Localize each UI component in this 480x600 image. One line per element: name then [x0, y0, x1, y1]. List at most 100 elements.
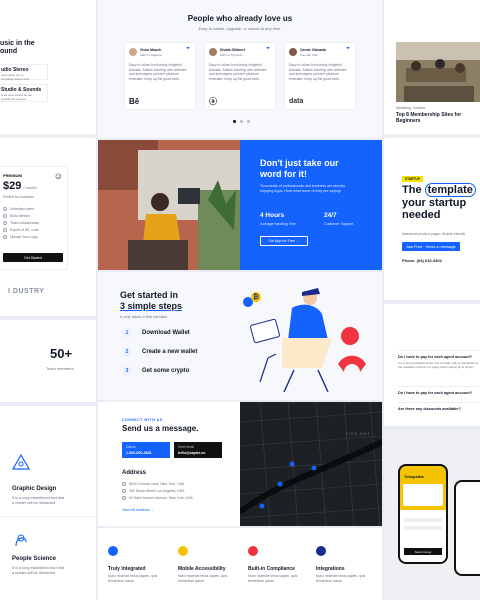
- testimonial-quote: Easy to follow fun friendly insightful t…: [209, 63, 267, 81]
- service-title: People Science: [12, 556, 57, 562]
- testimonial-card: Divida Gilbbert CEO of Tsvyhers ❞ Easy t…: [204, 42, 276, 110]
- office-photo: [98, 140, 240, 270]
- call-value: 1-800-000-4941: [126, 451, 152, 455]
- startup-cta[interactable]: Ask Fred · Send a message: [402, 242, 460, 251]
- check-icon: [3, 214, 7, 218]
- step-item: 2 Create a new wallet: [122, 347, 197, 357]
- service-desc: It is a long established fact that a rea…: [12, 496, 65, 506]
- company-logo: data: [289, 98, 304, 105]
- feature-desc: Nunc molestie tellus sapien, quis fermen…: [108, 574, 158, 583]
- location-pin-icon: [122, 496, 126, 500]
- startup-badge: STARTUP: [402, 176, 423, 182]
- testimonial-card: Vivka Mauch CEO of Nagarra ❞ Easy to fol…: [124, 42, 196, 110]
- step-number: 2: [122, 347, 132, 357]
- feature-label: Upload Your Logo: [10, 235, 38, 239]
- pricing-card: PREMIUM ☺ $29 / month Perfect for busine…: [0, 166, 68, 270]
- feature-item: Unlimited users: [3, 207, 39, 211]
- music-card-2: Studio & Sounds is as pure sound as we p…: [0, 84, 48, 102]
- step-label: Get some crypto: [142, 368, 190, 374]
- quote-icon: ❞: [266, 47, 270, 54]
- phone-app-title: Tokopedia: [404, 474, 424, 479]
- testimonials-title: People who already love us: [187, 14, 293, 23]
- pricing-period: / month: [23, 185, 37, 190]
- smile-icon: ☺: [53, 171, 63, 181]
- feature-item: Export of 8K, code: [3, 228, 39, 232]
- step-label: Download Wallet: [142, 330, 190, 336]
- author-name: Divida Gilbbert: [220, 48, 245, 52]
- people-science-icon: [15, 534, 27, 547]
- music-title: usic in the ound: [0, 40, 35, 56]
- headline-part: The: [402, 184, 425, 196]
- music-card-1: udio Stereo uses gives you a of orange s…: [0, 64, 48, 82]
- faq-question[interactable]: Do I have to pay for each agent account?: [398, 355, 480, 359]
- faq-question[interactable]: Are there any discounts available?: [398, 407, 480, 411]
- blog-title[interactable]: Top 8 Membership Sites for Beginners: [396, 112, 461, 124]
- cta-label: Ask Fred: [406, 244, 423, 249]
- phone-mockup: Tokopedia Send money: [398, 464, 448, 564]
- address-text: 94 Saint Honoré Avenue, New York, USA: [129, 496, 193, 500]
- company-logo: Bē: [129, 97, 140, 106]
- get-app-button[interactable]: Get App for Free →: [260, 236, 308, 246]
- step-number: 1: [122, 328, 132, 338]
- faq-question[interactable]: Do I have to pay for each agent account?: [398, 391, 480, 395]
- avatar: [209, 48, 217, 56]
- carousel-dot[interactable]: [233, 120, 236, 123]
- testimonials-section: People who already love us Easy to switc…: [98, 0, 382, 138]
- contact-kicker: CONNECT WITH US: [122, 418, 163, 422]
- faq-item[interactable]: Are there any discounts available?: [398, 402, 480, 411]
- feature-column: Integrations Nunc molestie tellus sapien…: [316, 546, 380, 583]
- avatar: [129, 48, 137, 56]
- faq-item[interactable]: Do I have to pay for each agent account?…: [398, 350, 480, 369]
- testimonial-card: Carole Okmada Founder Vuls ❞ Easy to fol…: [284, 42, 356, 110]
- feature-label: Build Metrics: [10, 214, 31, 218]
- pricing-price: $29: [3, 180, 22, 192]
- company-logo: ⓐ: [209, 97, 217, 106]
- step-item: 3 Get some crypto: [122, 366, 197, 376]
- hero-panel: Don't just take our word for it! Thousan…: [240, 140, 382, 270]
- feature-label: Export of 8K, code: [10, 228, 39, 232]
- address-item: 952 Dlane Street Los Angeles, USA: [122, 489, 193, 493]
- faq-item[interactable]: Do I have to pay for each agent account?: [398, 386, 480, 395]
- team-label: Team members: [46, 366, 74, 371]
- feature-column: Mobile Accessibility Nunc molestie tellu…: [178, 546, 244, 583]
- check-icon: [3, 221, 7, 225]
- send-money-button[interactable]: Send money: [404, 548, 442, 555]
- location-pin-icon: [122, 489, 126, 493]
- author-name: Vivka Mauch: [140, 48, 162, 52]
- startup-phone: Phone: (84) 610-3402: [402, 258, 442, 263]
- call-box[interactable]: Call us 1-800-000-4941: [122, 442, 170, 458]
- music-tile: usic in the ound udio Stereo uses gives …: [0, 0, 96, 134]
- feature-title: Truly Integrated: [108, 566, 146, 572]
- carousel-dot[interactable]: [247, 120, 250, 123]
- graphic-design-icon: [12, 454, 30, 470]
- view-locations-link[interactable]: View full locations →: [122, 508, 154, 512]
- stat-support-label: Customer Support: [324, 222, 354, 226]
- email-box[interactable]: Send email hello@zapier.co: [174, 442, 222, 458]
- carousel-dot[interactable]: [240, 120, 243, 123]
- get-started-button[interactable]: Get Started: [3, 253, 63, 262]
- startup-desc: Awesome product pages. Mobile friendly: [402, 232, 465, 236]
- contact-section: CONNECT WITH US Send us a message. Call …: [98, 402, 382, 526]
- feature-column: Truly Integrated Nunc molestie tellus sa…: [108, 546, 174, 583]
- feature-desc: Nunc molestie tellus sapien, quis fermen…: [178, 574, 228, 583]
- startup-tile: STARTUP The template your startup needed…: [384, 138, 480, 300]
- mobile-app-tile: Tokopedia Send money: [384, 430, 480, 600]
- address-title: Address: [122, 470, 147, 476]
- step-number: 3: [122, 366, 132, 376]
- author-role: Founder Vuls: [300, 53, 318, 57]
- cta-label-2: Send a message: [425, 244, 456, 249]
- service-desc: It is a long established fact that a rea…: [12, 566, 65, 576]
- map-label: FICH ONT: [346, 432, 371, 436]
- city-map[interactable]: [240, 402, 382, 526]
- blog-tile[interactable]: Marketing, Creative Top 8 Membership Sit…: [384, 0, 480, 134]
- check-icon: [3, 228, 7, 232]
- steps-subtitle: It only takes a few minutes: [120, 314, 168, 319]
- address-list: 8640 Vohuna Lane, New York, USA 952 Dlan…: [122, 482, 193, 503]
- services-tile: Graphic Design It is a long established …: [0, 406, 96, 600]
- carousel-dots[interactable]: [233, 120, 250, 123]
- music-card-1-desc: uses gives you a of orange stereo only: [1, 73, 30, 82]
- contact-title: Send us a message.: [122, 424, 199, 433]
- author-role: CEO of Nagarra: [140, 53, 162, 57]
- pricing-tier: PREMIUM: [3, 173, 22, 178]
- feature-title: Built-in Compliance: [248, 566, 295, 572]
